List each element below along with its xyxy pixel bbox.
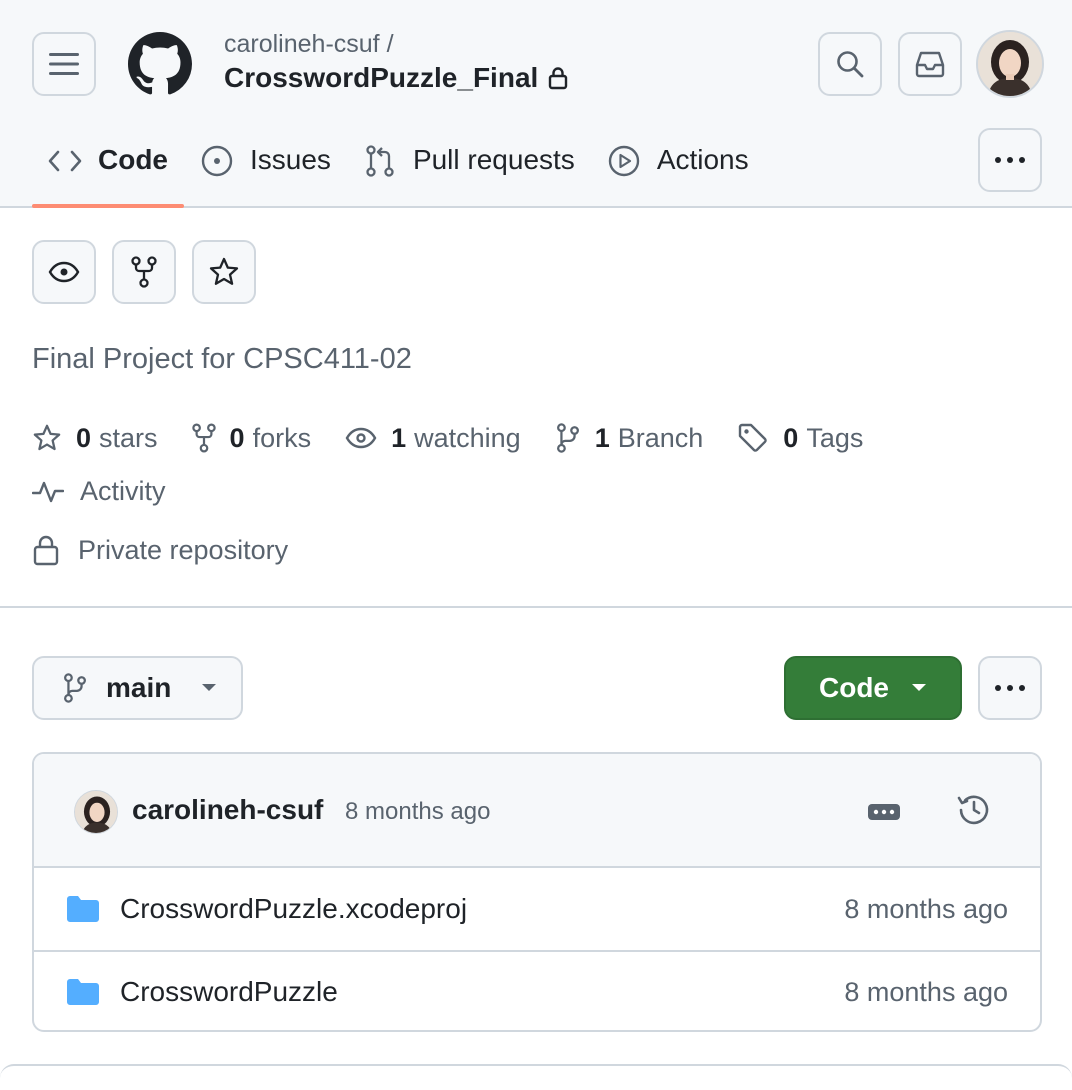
repo-more-button[interactable] xyxy=(978,656,1042,720)
forks-label: forks xyxy=(252,422,312,453)
file-last-updated: 8 months ago xyxy=(844,893,1008,924)
tags-label: Tags xyxy=(806,422,864,453)
visibility-info: Private repository xyxy=(32,534,288,566)
inbox-button[interactable] xyxy=(898,32,962,96)
kebab-horizontal-icon xyxy=(995,685,1025,691)
eye-icon xyxy=(48,261,80,283)
file-name-link[interactable]: CrosswordPuzzle xyxy=(120,976,338,1008)
user-avatar[interactable] xyxy=(976,30,1044,98)
branch-selector[interactable]: main xyxy=(32,656,243,720)
file-list: carolineh-csuf 8 months ago CrosswordPuz… xyxy=(32,752,1042,1032)
tab-actions[interactable]: Actions xyxy=(591,128,765,208)
avatar-image xyxy=(75,791,117,833)
search-icon xyxy=(837,51,864,78)
watching-label: watching xyxy=(414,422,521,453)
fork-icon xyxy=(191,423,216,453)
watching-count: 1 xyxy=(391,422,407,453)
issue-circle-icon xyxy=(201,145,233,177)
code-button-label: Code xyxy=(819,672,889,703)
lock-icon xyxy=(33,535,59,566)
repo-name-link[interactable]: CrosswordPuzzle_Final xyxy=(224,62,538,94)
visibility-label: Private repository xyxy=(78,534,289,565)
commit-author-avatar[interactable] xyxy=(74,790,118,834)
tab-pull-requests-label: Pull requests xyxy=(412,144,575,175)
tag-icon xyxy=(739,423,768,452)
repo-description: Final Project for CPSC411-02 xyxy=(32,343,412,375)
forks-count: 0 xyxy=(229,422,245,453)
pulse-icon xyxy=(32,481,64,502)
tab-issues[interactable]: Issues xyxy=(184,128,347,208)
branch-name: main xyxy=(106,672,172,703)
star-outline-icon xyxy=(33,424,61,451)
folder-icon xyxy=(67,979,99,1005)
activity-link[interactable]: Activity xyxy=(32,476,166,507)
star-icon xyxy=(209,257,239,285)
stars-label: stars xyxy=(99,422,158,453)
stars-link[interactable]: 0 stars xyxy=(32,423,158,454)
commit-message-toggle[interactable] xyxy=(864,798,904,826)
forks-link[interactable]: 0 forks xyxy=(191,422,312,454)
stars-count: 0 xyxy=(76,422,92,453)
caret-down-icon xyxy=(202,684,217,691)
file-row[interactable]: CrosswordPuzzle.xcodeproj 8 months ago xyxy=(34,868,1040,950)
pull-request-icon xyxy=(366,145,394,177)
file-last-updated: 8 months ago xyxy=(844,976,1008,1007)
tags-count: 0 xyxy=(783,422,799,453)
play-circle-icon xyxy=(608,145,640,177)
more-tabs-button[interactable] xyxy=(978,128,1042,192)
kebab-horizontal-icon xyxy=(995,157,1025,163)
repo-stats: 0 stars 0 forks 1 watching 1 Branch 0 Ta… xyxy=(32,418,897,458)
hamburger-icon xyxy=(49,53,79,75)
repo-title: CrosswordPuzzle_Final xyxy=(224,62,568,94)
eye-icon xyxy=(345,427,377,449)
tags-link[interactable]: 0 Tags xyxy=(737,422,863,454)
inbox-icon xyxy=(915,51,945,78)
commit-author-link[interactable]: carolineh-csuf xyxy=(132,794,323,826)
git-branch-icon xyxy=(556,423,579,453)
lock-icon xyxy=(549,67,568,90)
tab-code[interactable]: Code xyxy=(32,128,184,208)
commit-time: 8 months ago xyxy=(345,798,491,825)
section-divider xyxy=(0,606,1072,608)
tab-actions-label: Actions xyxy=(656,144,749,175)
tab-pull-requests[interactable]: Pull requests xyxy=(347,128,591,208)
star-button[interactable] xyxy=(192,240,256,304)
branch-label: Branch xyxy=(617,422,704,453)
tab-code-label: Code xyxy=(98,144,168,175)
tab-issues-label: Issues xyxy=(250,144,331,175)
file-name-link[interactable]: CrosswordPuzzle.xcodeproj xyxy=(120,893,467,925)
github-logo-icon[interactable] xyxy=(128,32,192,96)
next-section-card xyxy=(0,1064,1072,1090)
avatar-image xyxy=(978,32,1042,96)
repo-nav: Code Issues Pull requests Actions xyxy=(32,128,765,208)
caret-down-icon xyxy=(912,684,926,691)
menu-button[interactable] xyxy=(32,32,96,96)
branch-count: 1 xyxy=(594,422,610,453)
watch-button[interactable] xyxy=(32,240,96,304)
latest-commit-row: carolineh-csuf 8 months ago xyxy=(34,754,1040,868)
file-row[interactable]: CrosswordPuzzle 8 months ago xyxy=(34,950,1040,1030)
fork-button[interactable] xyxy=(112,240,176,304)
search-button[interactable] xyxy=(818,32,882,96)
code-icon xyxy=(48,150,82,172)
watching-link[interactable]: 1 watching xyxy=(345,423,521,454)
repo-owner-link[interactable]: carolineh-csuf / xyxy=(224,30,394,59)
repo-header: carolineh-csuf / CrosswordPuzzle_Final C… xyxy=(0,0,1072,208)
history-icon[interactable] xyxy=(956,792,992,828)
fork-icon xyxy=(131,256,157,288)
branches-link[interactable]: 1 Branch xyxy=(555,422,704,454)
code-dropdown-button[interactable]: Code xyxy=(784,656,962,720)
activity-label: Activity xyxy=(80,476,166,506)
ellipsis-icon xyxy=(868,804,900,820)
folder-icon xyxy=(67,896,99,922)
git-branch-icon xyxy=(64,673,86,703)
